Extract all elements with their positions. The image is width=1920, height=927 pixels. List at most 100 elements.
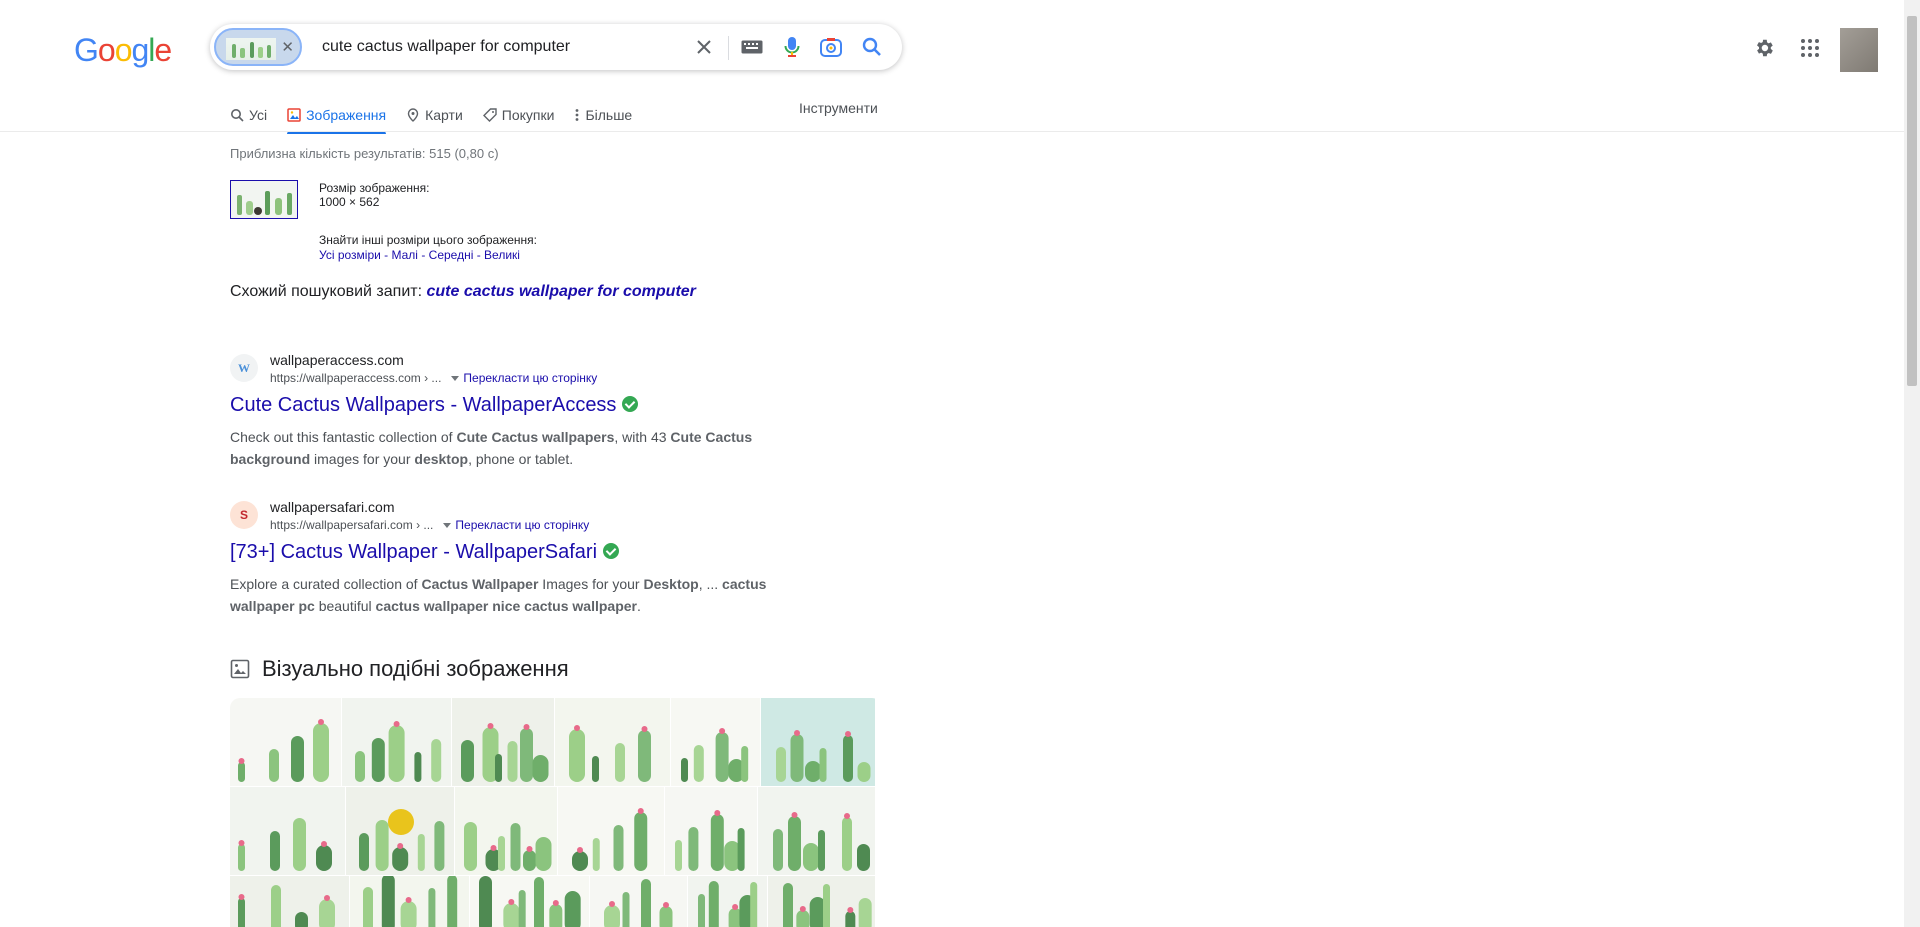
similar-image-tile[interactable] [342, 698, 451, 786]
camera-lens-icon[interactable] [819, 35, 843, 59]
tag-icon [482, 108, 497, 122]
similar-image-tile[interactable] [350, 876, 469, 927]
snippet-text: , ... [698, 576, 723, 592]
tab-label: Зображення [306, 107, 387, 123]
search-image-chip[interactable]: ✕ [214, 28, 302, 66]
visually-similar-title: Візуально подібні зображення [262, 656, 569, 681]
snippet-text: Cactus Wallpaper [421, 576, 539, 592]
similar-image-tile[interactable] [455, 787, 557, 875]
visually-similar-heading: Візуально подібні зображення [230, 656, 569, 682]
similar-image-tile[interactable] [346, 787, 454, 875]
logo-letter: e [154, 32, 172, 68]
result-site-name[interactable]: wallpaperaccess.com [270, 352, 404, 368]
dropdown-arrow-icon[interactable] [451, 376, 460, 382]
query-image-thumbnail[interactable] [230, 180, 298, 219]
google-logo[interactable]: Google [74, 32, 172, 69]
similar-images-grid [230, 698, 882, 927]
search-input[interactable] [322, 34, 682, 60]
search-icon [230, 108, 244, 122]
snippet-text: Desktop [643, 576, 699, 592]
size-link-medium[interactable]: Середні [429, 248, 474, 262]
search-result: S wallpapersafari.com https://wallpapers… [230, 499, 790, 614]
microphone-icon[interactable] [780, 35, 804, 59]
tab-images[interactable]: Зображення [287, 98, 387, 134]
image-size-value: 1000 × 562 [319, 195, 380, 209]
result-url: https://wallpapersafari.com › ... Перекла… [270, 518, 589, 532]
snippet-text: Check out this fantastic collection of [230, 429, 457, 445]
result-url-text[interactable]: https://wallpapersafari.com › ... [270, 518, 433, 532]
result-site-name[interactable]: wallpapersafari.com [270, 499, 395, 515]
similar-image-tile[interactable] [230, 876, 349, 927]
result-title[interactable]: [73+] Cactus Wallpaper - WallpaperSafari [230, 541, 597, 563]
site-favicon: W [230, 354, 258, 382]
result-url: https://wallpaperaccess.com › ... Перекла… [270, 371, 597, 385]
similar-image-tile[interactable] [590, 876, 687, 927]
similar-image-tile[interactable] [671, 698, 760, 786]
related-search-link[interactable]: cute cactus wallpaper for computer [426, 283, 695, 300]
result-title-link[interactable]: [73+] Cactus Wallpaper - WallpaperSafari [230, 541, 620, 564]
snippet-text: beautiful [314, 598, 376, 614]
header-divider [0, 131, 1904, 132]
search-icon[interactable] [860, 35, 884, 59]
tab-maps[interactable]: Карти [406, 98, 463, 132]
scrollbar-thumb[interactable] [1907, 16, 1917, 386]
similar-image-tile[interactable] [555, 698, 670, 786]
similar-image-tile[interactable] [230, 787, 345, 875]
translate-link[interactable]: Перекласти цю сторінку [455, 518, 589, 532]
clear-search-icon[interactable] [692, 35, 716, 59]
tab-more[interactable]: Більше [574, 98, 632, 132]
size-link-small[interactable]: Малі [392, 248, 418, 262]
search-box[interactable]: ✕ [210, 24, 902, 70]
image-icon [287, 108, 301, 122]
result-title[interactable]: Cute Cactus Wallpapers - WallpaperAccess [230, 394, 616, 416]
logo-letter: G [74, 32, 99, 68]
similar-image-tile[interactable] [230, 698, 341, 786]
size-link-large[interactable]: Великі [484, 248, 520, 262]
snippet-text: , with 43 [614, 429, 671, 445]
map-pin-icon [406, 108, 420, 122]
similar-image-tile[interactable] [761, 698, 875, 786]
snippet-text: cactus wallpaper nice cactus wallpaper [375, 598, 637, 614]
tab-shopping[interactable]: Покупки [482, 98, 555, 132]
result-stats: Приблизна кількість результатів: 515 (0,… [230, 146, 499, 161]
snippet-text: , phone or tablet. [468, 451, 574, 467]
snippet-text: Explore a curated collection of [230, 576, 422, 592]
keyboard-icon[interactable] [740, 35, 764, 59]
find-other-sizes-label: Знайти інші розміри цього зображення: [319, 233, 538, 247]
tab-all[interactable]: Усі [230, 98, 267, 132]
translate-link[interactable]: Перекласти цю сторінку [463, 371, 597, 385]
dropdown-arrow-icon[interactable] [443, 523, 452, 529]
logo-letter: g [131, 32, 149, 68]
tab-label: Покупки [501, 107, 555, 123]
tab-label: Усі [249, 107, 268, 123]
tools-button[interactable]: Інструменти [799, 100, 878, 116]
image-icon [230, 659, 250, 679]
search-divider [728, 36, 729, 60]
result-title-link[interactable]: Cute Cactus Wallpapers - WallpaperAccess [230, 394, 639, 417]
verified-check-icon [603, 542, 620, 559]
similar-image-tile[interactable] [758, 787, 875, 875]
snippet-text: desktop [414, 451, 469, 467]
image-size-info: Розмір зображення: 1000 × 562 [319, 181, 430, 209]
apps-grid-icon[interactable] [1790, 28, 1830, 68]
account-avatar[interactable] [1840, 28, 1878, 72]
result-url-text[interactable]: https://wallpaperaccess.com › ... [270, 371, 441, 385]
similar-image-tile[interactable] [558, 787, 664, 875]
similar-image-tile[interactable] [665, 787, 757, 875]
similar-image-tile[interactable] [768, 876, 875, 927]
tab-label: Карти [425, 107, 463, 123]
related-search-label: Схожий пошуковий запит: [230, 283, 423, 300]
related-search: Схожий пошуковий запит: cute cactus wall… [230, 283, 696, 301]
remove-image-icon[interactable]: ✕ [281, 38, 294, 56]
similar-image-tile[interactable] [452, 698, 554, 786]
size-link-all[interactable]: Усі розміри [319, 248, 381, 262]
verified-check-icon [622, 395, 639, 412]
tab-label: Більше [585, 107, 633, 123]
result-snippet: Explore a curated collection of Cactus W… [230, 573, 790, 617]
settings-gear-icon[interactable] [1744, 28, 1784, 68]
similar-image-tile[interactable] [688, 876, 767, 927]
logo-letter: o [97, 32, 116, 68]
similar-image-tile[interactable] [470, 876, 589, 927]
page-scrollbar[interactable] [1904, 0, 1920, 927]
chip-thumbnail [226, 38, 276, 60]
